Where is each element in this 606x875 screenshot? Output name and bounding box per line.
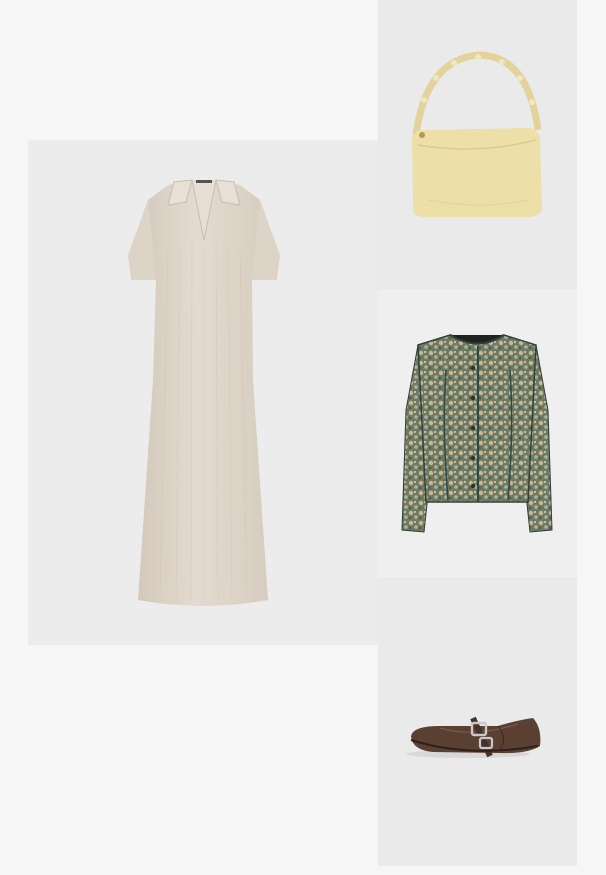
bag-image	[412, 51, 542, 217]
shoes-product-card[interactable]	[378, 578, 577, 866]
bag-product-card[interactable]	[378, 0, 577, 290]
jacket-product-card[interactable]	[378, 290, 577, 578]
dress-product-card[interactable]	[28, 140, 378, 645]
dress-image	[128, 179, 280, 606]
jacket-image	[401, 334, 553, 533]
shoes-image	[406, 716, 541, 758]
